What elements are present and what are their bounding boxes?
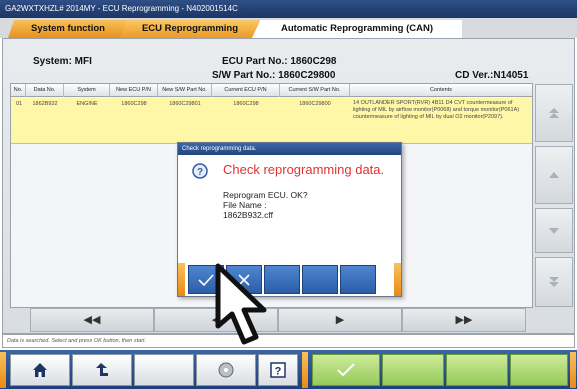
table-row[interactable]: 01 1862B932 ENGINE 1860C298 1860C29801 1…: [11, 98, 532, 144]
column-header: System: [64, 84, 110, 97]
table-header: No. Data No. System New ECU P/N New S/W …: [11, 84, 532, 97]
column-header: Contents: [429, 87, 452, 93]
cell-current-sw: 1860C29800: [299, 101, 331, 107]
column-header: Data No.: [26, 84, 64, 97]
cd-version: CD Ver.:N14051: [455, 70, 529, 81]
cell-new-sw: 1860C29801: [169, 101, 201, 107]
cell-system: ENGINE: [76, 101, 98, 107]
cell-data-no: 1862B932: [32, 101, 58, 107]
dialog-question: Reprogram ECU. OK?: [223, 190, 308, 200]
cell-contents: 14 OUTLANDER SPORT(RVR) 4B11 D4 CVT coun…: [353, 100, 520, 120]
sw-part-number: S/W Part No.: 1860C29800: [212, 70, 336, 81]
column-header: Current S/W Part No.: [280, 84, 350, 97]
dialog-blank-button[interactable]: [340, 265, 376, 294]
window-title-bar: GA2WXTXHZL# 2014MY - ECU Reprogramming -…: [0, 0, 577, 18]
dialog-blank-button[interactable]: [302, 265, 338, 294]
window-title: GA2WXTXHZL# 2014MY - ECU Reprogramming -…: [5, 4, 238, 13]
up-icon: [549, 172, 559, 178]
dialog-file-name: 1862B932.cff: [223, 210, 273, 220]
tab-ecu-reprogramming[interactable]: ECU Reprogramming: [120, 20, 260, 38]
print-button[interactable]: [196, 354, 256, 386]
back-button[interactable]: [72, 354, 132, 386]
status-bar: Data is searched. Select and press OK bu…: [2, 334, 575, 348]
bottom-toolbar: ?: [0, 350, 577, 389]
blank-button-2[interactable]: [382, 354, 444, 386]
dialog-message: Reprogram ECU. OK? File Name : 1862B932.…: [223, 190, 308, 220]
blank-button-1[interactable]: [134, 354, 194, 386]
help-icon: ?: [270, 362, 286, 378]
ok-button[interactable]: [312, 354, 380, 386]
scroll-up-button[interactable]: [535, 146, 573, 204]
checkmark-icon: [337, 363, 355, 377]
down-icon: [549, 227, 559, 234]
toolbar-separator: [302, 352, 308, 388]
first-page-button[interactable]: ◀◀: [30, 308, 154, 332]
dialog-heading: Check reprogramming data.: [223, 162, 385, 177]
column-header: Current ECU P/N: [212, 84, 280, 97]
blank-button-4[interactable]: [510, 354, 568, 386]
home-button[interactable]: [10, 354, 70, 386]
dialog-title: Check reprogramming data.: [178, 143, 401, 155]
question-icon: ?: [192, 163, 208, 179]
tab-automatic-reprogramming[interactable]: Automatic Reprogramming (CAN): [252, 20, 462, 38]
cell-no: 01: [15, 101, 23, 107]
blank-button-3[interactable]: [446, 354, 508, 386]
column-header: New ECU P/N: [110, 84, 158, 97]
scroll-top-button[interactable]: [535, 84, 573, 142]
last-page-button[interactable]: ▶▶: [402, 308, 526, 332]
status-text: Data is searched. Select and press OK bu…: [7, 338, 147, 344]
cell-new-ecu: 1860C298: [121, 101, 147, 107]
tab-system-function[interactable]: System function: [8, 20, 128, 38]
ecu-part-number: ECU Part No.: 1860C298: [222, 56, 337, 67]
toolbar-separator: [0, 352, 6, 388]
system-label: System: MFI: [33, 56, 92, 67]
disc-icon: [218, 362, 234, 378]
return-arrow-icon: [96, 363, 108, 376]
tab-bar: System function ECU Reprogramming Automa…: [0, 18, 577, 38]
next-page-button[interactable]: ▶: [278, 308, 402, 332]
scroll-down-button[interactable]: [535, 208, 573, 253]
dialog-separator: [178, 263, 185, 296]
svg-text:?: ?: [275, 366, 282, 378]
scroll-bottom-button[interactable]: [535, 257, 573, 307]
cell-current-ecu: 1860C298: [233, 101, 259, 107]
help-button[interactable]: ?: [258, 354, 298, 386]
toolbar-separator: [570, 352, 576, 388]
svg-text:?: ?: [197, 167, 203, 178]
home-icon: [33, 363, 47, 377]
column-header: No.: [11, 84, 26, 97]
column-header: New S/W Part No.: [158, 84, 212, 97]
double-down-icon: [549, 277, 559, 287]
dialog-file-label: File Name :: [223, 200, 267, 210]
page-navigation: ◀◀ ◀ ▶ ▶▶: [30, 308, 530, 332]
pointer-cursor-icon: [215, 263, 267, 345]
dialog-separator: [394, 263, 401, 296]
double-up-icon: [549, 108, 559, 118]
